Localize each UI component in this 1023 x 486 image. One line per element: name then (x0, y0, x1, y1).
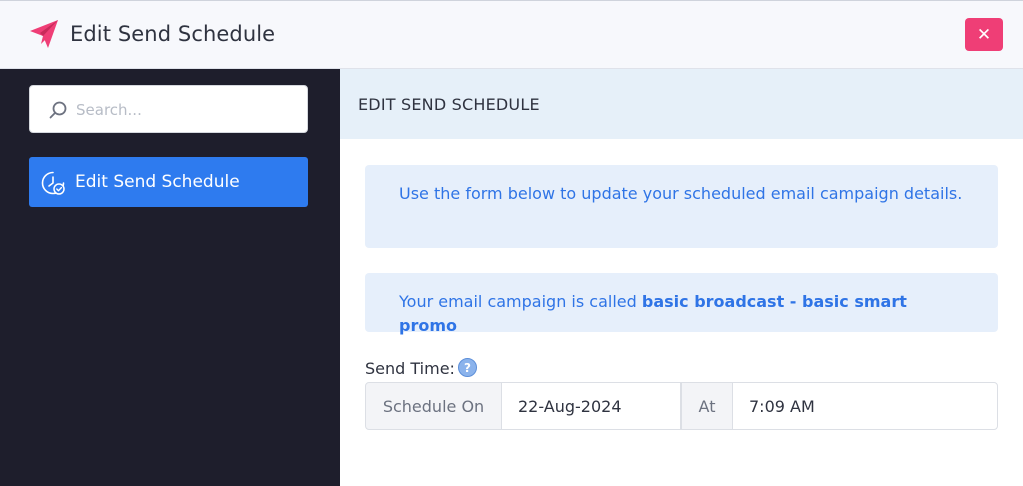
schedule-on-label: Schedule On (365, 382, 502, 430)
paper-plane-icon (30, 20, 58, 48)
send-time-label: Send Time: (365, 359, 455, 378)
sidebar: Edit Send Schedule (0, 69, 340, 486)
section-title: EDIT SEND SCHEDULE (358, 95, 540, 114)
info-text: Use the form below to update your schedu… (399, 184, 963, 203)
schedule-date-field[interactable] (501, 382, 681, 430)
send-time-row: Schedule On At (365, 382, 998, 430)
info-message: Use the form below to update your schedu… (365, 165, 998, 248)
section-header: EDIT SEND SCHEDULE (340, 69, 1023, 139)
sidebar-item-label: Edit Send Schedule (75, 172, 240, 192)
title-bar: Edit Send Schedule ✕ (0, 0, 1023, 69)
clock-check-icon (41, 171, 65, 195)
search-input[interactable] (76, 95, 296, 125)
close-button[interactable]: ✕ (965, 18, 1003, 51)
at-label: At (681, 382, 733, 430)
campaign-message: Your email campaign is called basic broa… (365, 273, 998, 335)
window-title: Edit Send Schedule (70, 22, 276, 46)
search-box[interactable] (29, 85, 308, 133)
help-icon[interactable]: ? (458, 358, 477, 377)
search-icon (49, 101, 67, 119)
schedule-time-field[interactable] (732, 382, 998, 430)
sidebar-item-edit-send-schedule[interactable]: Edit Send Schedule (29, 157, 308, 207)
main-panel: EDIT SEND SCHEDULE Use the form below to… (340, 69, 1023, 486)
campaign-prefix: Your email campaign is called (399, 292, 642, 311)
